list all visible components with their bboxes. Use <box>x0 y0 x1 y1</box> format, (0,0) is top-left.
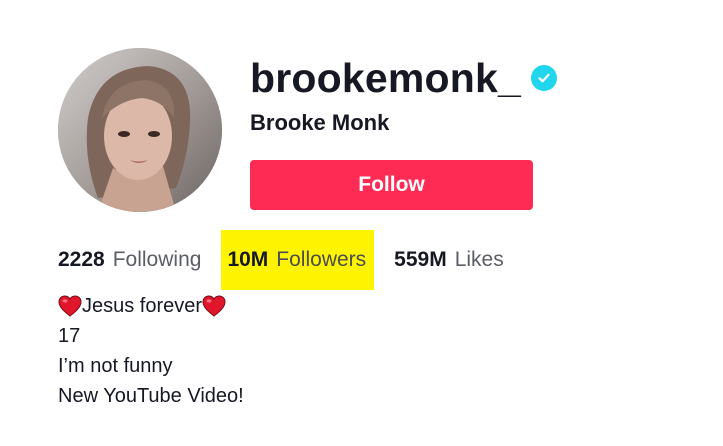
verified-check-icon <box>531 65 558 91</box>
likes-stat: 559M Likes <box>394 230 504 290</box>
bio-line: I’m not funny <box>58 355 173 377</box>
follow-button[interactable]: Follow <box>250 160 533 210</box>
profile-stats: 2228 Following 10M Followers 559M Likes <box>58 230 504 290</box>
display-name: Brooke Monk <box>250 110 390 135</box>
bio-line: 17 <box>58 325 81 347</box>
bio-line: Jesus forever <box>58 291 244 321</box>
heart-icon <box>58 295 82 317</box>
following-label: Following <box>112 248 202 271</box>
following-stat[interactable]: 2228 Following <box>58 230 201 290</box>
followers-label: Followers <box>276 248 367 271</box>
profile-avatar[interactable] <box>58 48 222 212</box>
bio-text-jesus-forever: Jesus forever <box>82 295 203 317</box>
avatar-image <box>58 48 222 212</box>
username-row: brookemonk_ <box>250 52 558 104</box>
likes-label: Likes <box>454 248 504 271</box>
username: brookemonk_ <box>250 54 522 101</box>
likes-count: 559M <box>394 248 447 271</box>
following-count: 2228 <box>58 248 105 271</box>
bio-line: New YouTube Video! <box>58 385 244 407</box>
followers-stat[interactable]: 10M Followers <box>221 230 375 290</box>
bio: Jesus forever 17 I’m not funny New YouTu… <box>58 291 244 411</box>
followers-count: 10M <box>227 248 269 271</box>
heart-icon <box>202 295 226 317</box>
